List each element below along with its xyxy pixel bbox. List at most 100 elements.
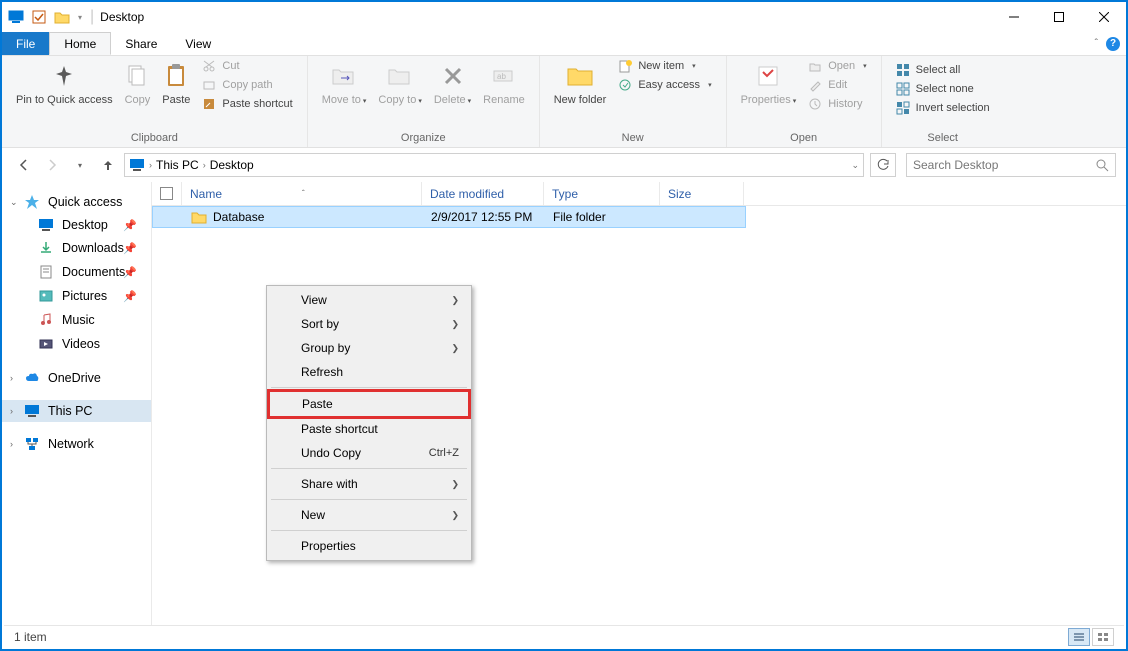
copy-path-button[interactable]: Copy path [200,77,294,93]
sort-indicator: ˆ [302,189,305,198]
title-bar: ▾ | Desktop [2,2,1126,32]
easy-access-button[interactable]: Easy access▾ [616,77,713,93]
ctx-refresh[interactable]: Refresh [269,360,469,384]
back-button[interactable] [12,153,36,177]
ctx-group-by[interactable]: Group by❯ [269,336,469,360]
group-label-clipboard: Clipboard [2,132,307,144]
history-button[interactable]: History [806,96,868,112]
svg-text:ab: ab [497,72,506,81]
delete-button[interactable]: Delete▾ [428,56,477,112]
open-button[interactable]: Open▾ [806,58,868,74]
nav-videos[interactable]: Videos [2,332,151,356]
nav-pictures[interactable]: Pictures📌 [2,284,151,308]
forward-button[interactable] [40,153,64,177]
tab-file[interactable]: File [2,32,49,55]
ribbon-group-open: Properties▾ Open▾ Edit History Open [727,56,882,147]
pin-icon: 📌 [123,266,137,279]
pictures-icon [38,288,54,304]
nav-music[interactable]: Music [2,308,151,332]
help-icon[interactable]: ? [1106,37,1120,51]
ctx-paste-shortcut[interactable]: Paste shortcut [269,417,469,441]
status-item-count: 1 item [14,630,47,644]
chevron-right-icon: ❯ [451,510,459,521]
folder-icon [191,210,207,224]
tab-view[interactable]: View [171,32,225,55]
minimize-button[interactable] [991,2,1036,32]
pin-icon: 📌 [123,290,137,303]
up-button[interactable] [96,153,120,177]
nav-network[interactable]: ›Network [2,432,151,456]
col-size[interactable]: Size [660,182,744,205]
nav-desktop[interactable]: Desktop📌 [2,214,151,236]
group-label-select: Select [882,132,1004,144]
move-to-button[interactable]: Move to▾ [316,56,373,112]
breadcrumb-current[interactable]: Desktop [210,158,254,172]
window-title: Desktop [100,10,144,24]
rename-button[interactable]: ab Rename [477,56,531,110]
path-icon [202,78,216,92]
file-row[interactable]: Database 2/9/2017 12:55 PM File folder [152,206,746,228]
ribbon-group-organize: Move to▾ Copy to▾ Delete▾ ab Rename Orga… [308,56,540,147]
minimize-ribbon-icon[interactable]: ˆ [1095,38,1098,49]
col-checkbox[interactable] [152,182,182,205]
monitor-icon [24,404,40,418]
breadcrumb-root[interactable]: This PC [156,158,199,172]
monitor-icon [8,10,24,24]
tab-share[interactable]: Share [111,32,171,55]
qat-icons: ▾ | [8,8,94,26]
search-input[interactable]: Search Desktop [906,153,1116,177]
history-dropdown[interactable]: ⌄ [851,160,859,171]
ctx-new[interactable]: New❯ [269,503,469,527]
copy-button[interactable]: Copy [119,56,157,110]
nav-onedrive[interactable]: ›OneDrive [2,366,151,390]
col-name[interactable]: Nameˆ [182,182,422,205]
new-item-button[interactable]: New item▾ [616,58,713,74]
annotation-highlight: Paste [267,389,471,419]
column-headers: Nameˆ Date modified Type Size [152,182,1126,206]
close-button[interactable] [1081,2,1126,32]
details-view-icon [1073,632,1085,642]
nav-this-pc[interactable]: ›This PC [2,400,151,422]
ctx-undo-copy[interactable]: Undo CopyCtrl+Z [269,441,469,465]
ctx-paste[interactable]: Paste [270,392,468,416]
recent-locations-button[interactable]: ▾ [68,153,92,177]
properties-button[interactable]: Properties▾ [735,56,803,112]
history-icon [808,97,822,111]
properties-icon [756,64,780,88]
view-details-button[interactable] [1068,628,1090,646]
paste-shortcut-button[interactable]: Paste shortcut [200,96,294,112]
ribbon: Pin to Quick access Copy Paste Cut Copy … [2,56,1126,148]
nav-downloads[interactable]: Downloads📌 [2,236,151,260]
select-none-button[interactable]: Select none [894,81,992,97]
select-all-button[interactable]: Select all [894,62,992,78]
view-large-icons-button[interactable] [1092,628,1114,646]
nav-quick-access[interactable]: ⌄Quick access [2,190,151,214]
folder-new-icon [566,63,594,89]
invert-icon [896,101,910,115]
copy-to-button[interactable]: Copy to▾ [372,56,427,112]
paste-button[interactable]: Paste [156,56,196,110]
ctx-share-with[interactable]: Share with❯ [269,472,469,496]
ribbon-group-clipboard: Pin to Quick access Copy Paste Cut Copy … [2,56,308,147]
pin-to-quick-access-button[interactable]: Pin to Quick access [10,56,119,110]
col-type[interactable]: Type [544,182,660,205]
pin-icon: 📌 [123,242,137,255]
new-folder-button[interactable]: New folder [548,56,613,110]
tab-home[interactable]: Home [49,32,111,55]
refresh-button[interactable] [870,153,896,177]
nav-documents[interactable]: Documents📌 [2,260,151,284]
cut-button[interactable]: Cut [200,58,294,74]
breadcrumb[interactable]: › This PC › Desktop ⌄ [124,153,864,177]
status-bar: 1 item [4,625,1124,647]
ctx-view[interactable]: View❯ [269,288,469,312]
ctx-properties[interactable]: Properties [269,534,469,558]
copy-icon [126,64,148,88]
easy-access-icon [618,78,632,92]
documents-icon [38,264,54,280]
ctx-sort-by[interactable]: Sort by❯ [269,312,469,336]
maximize-button[interactable] [1036,2,1081,32]
edit-button[interactable]: Edit [806,77,868,93]
invert-selection-button[interactable]: Invert selection [894,100,992,116]
col-date[interactable]: Date modified [422,182,544,205]
refresh-icon [876,158,890,172]
